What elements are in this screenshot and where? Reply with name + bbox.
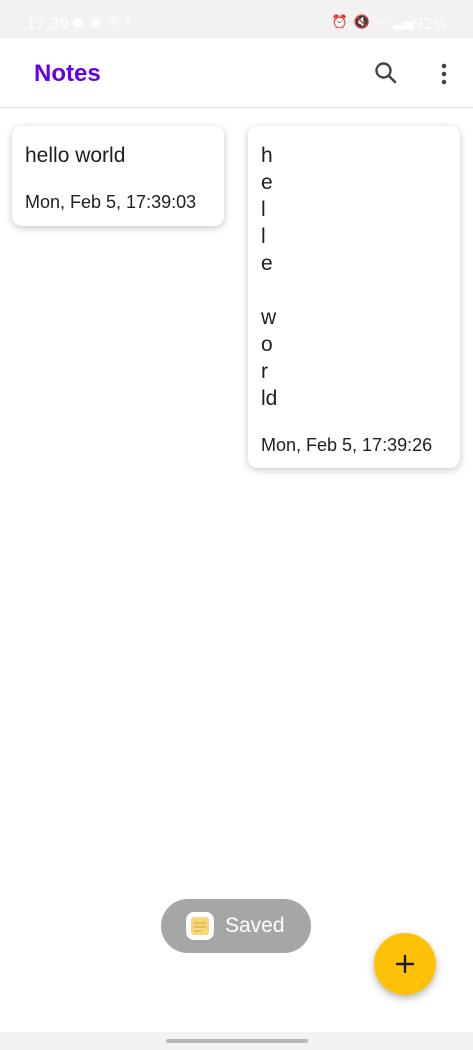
note-date: Mon, Feb 5, 17:39:03	[25, 192, 197, 212]
add-note-button[interactable]	[374, 933, 436, 995]
status-bar: 17:39 ● ▣ ✉ • ⏰ 🔇 ≈ ▂▄ 92%	[0, 0, 473, 38]
more-vert-icon[interactable]	[436, 62, 452, 86]
navigation-bar	[0, 1032, 473, 1050]
saved-toast: Saved	[161, 899, 311, 953]
home-gesture-handle[interactable]	[166, 1039, 308, 1043]
app-bar: Notes	[0, 38, 473, 108]
note-body: h e l l e w o r ld	[261, 144, 278, 410]
app-title: Notes	[34, 60, 101, 87]
alarm-icon: ⏰	[331, 15, 348, 30]
image-icon: ▣	[89, 15, 102, 30]
gmail-icon: ✉	[107, 15, 119, 30]
status-left-icons: ● ▣ ✉ •	[72, 15, 132, 30]
sticky-note-icon	[186, 912, 214, 940]
note-card[interactable]: h e l l e w o r ld Mon, Feb 5, 17:39:26	[248, 126, 460, 468]
note-card[interactable]: hello world Mon, Feb 5, 17:39:03	[12, 126, 224, 226]
person-icon: ●	[72, 15, 84, 30]
dot-icon: •	[124, 15, 133, 30]
note-body: hello world	[25, 144, 126, 167]
status-right-icons: ⏰ 🔇 ≈ ▂▄	[332, 15, 413, 30]
plus-icon	[395, 954, 415, 974]
search-icon[interactable]	[373, 60, 399, 86]
battery-percent: 92%	[413, 15, 447, 33]
mute-icon: 🔇	[353, 15, 371, 30]
wifi-icon: ≈	[376, 15, 387, 30]
toast-label: Saved	[225, 914, 285, 937]
note-date: Mon, Feb 5, 17:39:26	[261, 435, 433, 455]
status-time: 17:39	[26, 15, 70, 33]
signal-icon: ▂▄	[393, 15, 413, 30]
